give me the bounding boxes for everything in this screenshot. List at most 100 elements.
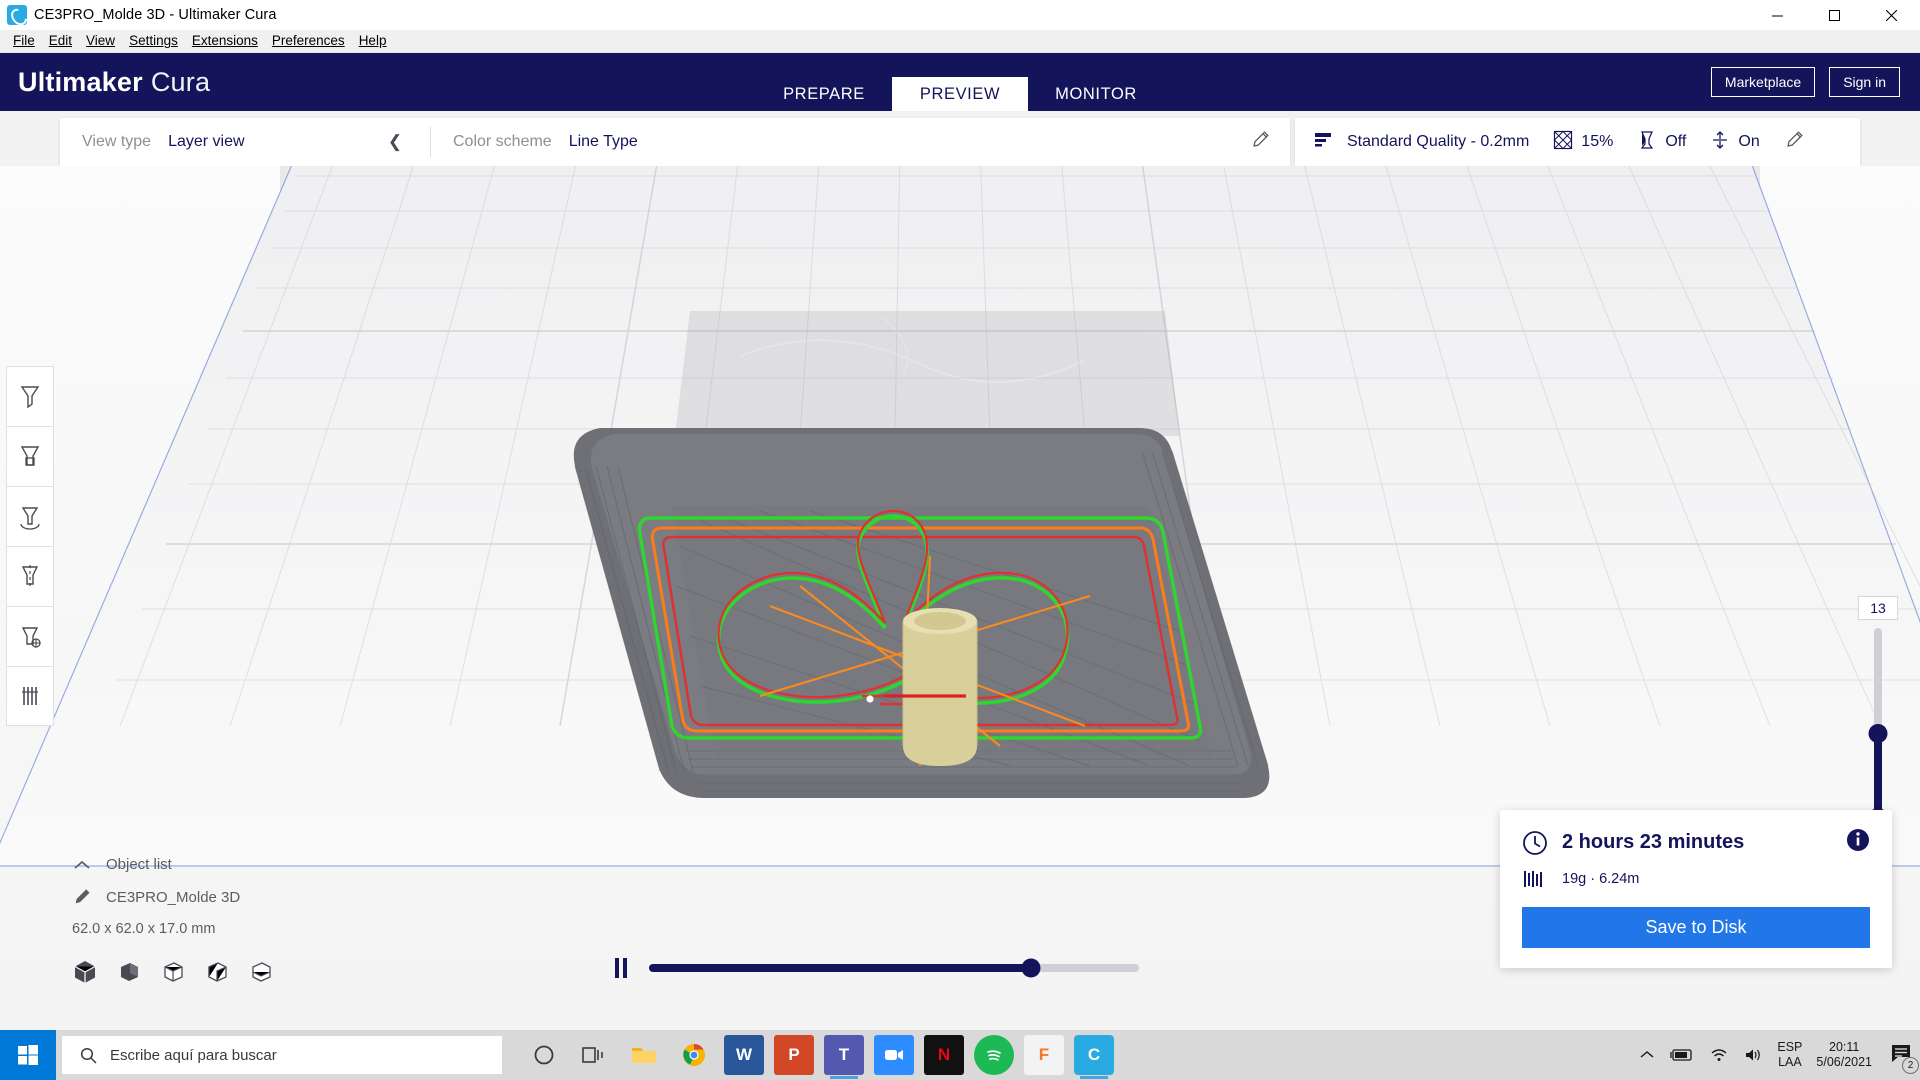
notification-count: 2 (1902, 1056, 1919, 1074)
tab-monitor[interactable]: MONITOR (1028, 77, 1164, 111)
menu-extensions[interactable]: Extensions (185, 31, 265, 51)
start-button[interactable] (0, 1030, 56, 1080)
language-indicator[interactable]: ESP LAA (1777, 1040, 1802, 1070)
menu-edit[interactable]: Edit (42, 31, 79, 51)
infill-indicator[interactable]: 15% (1553, 130, 1613, 155)
adhesion-indicator[interactable]: On (1710, 130, 1760, 155)
move-tool[interactable] (6, 366, 54, 426)
mirror-icon (21, 564, 39, 589)
taskbar-search[interactable]: Escribe aquí para buscar (62, 1036, 502, 1074)
netflix-icon[interactable]: N (924, 1035, 964, 1075)
header-actions: Marketplace Sign in (1710, 67, 1900, 97)
layer-scrub-track[interactable] (649, 958, 1139, 978)
profile-selector[interactable]: Standard Quality - 0.2mm (1313, 131, 1529, 154)
tab-preview[interactable]: PREVIEW (892, 77, 1028, 111)
scale-tool[interactable] (6, 426, 54, 486)
adhesion-icon (1710, 130, 1730, 155)
object-list-panel: Object list CE3PRO_Molde 3D 62.0 x 62.0 … (72, 856, 402, 985)
close-button[interactable] (1863, 0, 1920, 30)
window-controls (1749, 0, 1920, 30)
view-mode-icons (72, 959, 402, 985)
wire-cube-icon[interactable] (160, 959, 186, 985)
teams-icon[interactable]: T (824, 1035, 864, 1079)
system-tray: ESP LAA 20:11 5/06/2021 2 (1639, 1040, 1920, 1074)
taskbar-apps: W P T N F C (524, 1035, 1114, 1079)
word-icon[interactable]: W (724, 1035, 764, 1075)
chrome-icon[interactable] (674, 1035, 714, 1075)
support-icon (1637, 130, 1657, 155)
support-indicator[interactable]: Off (1637, 130, 1686, 155)
object-list-item[interactable]: CE3PRO_Molde 3D (72, 887, 402, 907)
view-type-label: View type (82, 133, 152, 150)
menu-extensions-label: Extensions (191, 33, 258, 48)
save-to-disk-button[interactable]: Save to Disk (1522, 907, 1870, 948)
zoom-icon[interactable] (874, 1035, 914, 1075)
layer-playback-bar (615, 958, 1139, 978)
menu-preferences[interactable]: Preferences (265, 31, 352, 51)
marketplace-button[interactable]: Marketplace (1710, 67, 1816, 97)
task-view-icon[interactable] (574, 1035, 614, 1075)
menu-help[interactable]: Help (352, 31, 394, 51)
filament-icon (1524, 871, 1542, 887)
pencil-icon[interactable] (1250, 130, 1270, 155)
volume-icon[interactable] (1743, 1047, 1763, 1063)
mirror-tool[interactable] (6, 546, 54, 606)
view-type-panel: View type Layer view ❮ Color scheme Line… (60, 118, 1290, 166)
info-icon[interactable] (1846, 828, 1870, 857)
solid-cube-icon[interactable] (72, 959, 98, 985)
chevron-left-icon[interactable]: ❮ (388, 132, 402, 152)
window-title-bar: CE3PRO_Molde 3D - Ultimaker Cura (0, 0, 1920, 30)
maximize-button[interactable] (1806, 0, 1863, 30)
clock-date: 5/06/2021 (1816, 1055, 1872, 1069)
cortana-icon[interactable] (524, 1035, 564, 1075)
layer-scrub-handle[interactable] (1021, 958, 1041, 978)
signin-button[interactable]: Sign in (1829, 67, 1900, 97)
layer-slider: 13 (1858, 596, 1898, 827)
menu-settings[interactable]: Settings (122, 31, 185, 51)
menu-bar: File Edit View Settings Extensions Prefe… (0, 30, 1920, 53)
minimize-button[interactable] (1749, 0, 1806, 30)
rotate-tool[interactable] (6, 486, 54, 546)
wifi-icon[interactable] (1709, 1047, 1729, 1063)
menu-file[interactable]: File (6, 31, 42, 51)
view-settings-bar: View type Layer view ❮ Color scheme Line… (0, 118, 1920, 166)
settings-pencil-icon[interactable] (1784, 130, 1804, 155)
pause-button[interactable] (615, 958, 627, 978)
layer-cube-icon[interactable] (248, 959, 274, 985)
cura-application-window: CE3PRO_Molde 3D - Ultimaker Cura File Ed… (0, 0, 1920, 1080)
material-estimate: 19g · 6.24m (1562, 871, 1640, 887)
color-scheme-label: Color scheme (453, 133, 552, 150)
xray-cube-icon[interactable] (204, 959, 230, 985)
cura-taskbar-icon[interactable]: C (1074, 1035, 1114, 1079)
build-plate-viewport[interactable]: Object list CE3PRO_Molde 3D 62.0 x 62.0 … (0, 166, 1920, 1030)
view-type-selector[interactable]: View type Layer view (60, 118, 360, 166)
per-model-icon (21, 626, 41, 648)
file-explorer-icon[interactable] (624, 1035, 664, 1075)
powerpoint-icon[interactable]: P (774, 1035, 814, 1075)
stage-tabs: PREPARE PREVIEW MONITOR (756, 53, 1164, 111)
fusion360-icon[interactable]: F (1024, 1035, 1064, 1075)
menu-view[interactable]: View (79, 31, 122, 51)
spotify-icon[interactable] (974, 1035, 1014, 1075)
tool-column (6, 366, 54, 726)
clock[interactable]: 20:11 5/06/2021 (1816, 1040, 1872, 1070)
tray-chevron-up-icon[interactable] (1639, 1049, 1655, 1061)
battery-charging-icon[interactable] (1669, 1047, 1695, 1063)
support-blocker-tool[interactable] (6, 666, 54, 726)
half-shaded-cube-icon[interactable] (116, 959, 142, 985)
quality-bars-icon (1313, 131, 1335, 154)
tab-prepare[interactable]: PREPARE (756, 77, 892, 111)
cura-header: Ultimaker Cura PREPARE PREVIEW MONITOR M… (0, 53, 1920, 111)
object-list-toggle[interactable]: Object list (72, 856, 402, 873)
color-scheme-selector[interactable]: Color scheme Line Type (431, 118, 1290, 166)
per-model-settings-tool[interactable] (6, 606, 54, 666)
print-settings-panel: Standard Quality - 0.2mm 15% Off On (1295, 118, 1860, 166)
rotate-icon (20, 506, 40, 530)
layer-slider-upper-handle[interactable] (1868, 723, 1888, 743)
current-layer-label: 13 (1858, 596, 1898, 620)
chevron-up-icon (74, 860, 90, 869)
layer-slider-track[interactable] (1868, 628, 1888, 827)
notification-center-button[interactable]: 2 (1890, 1043, 1919, 1074)
word-glyph: W (735, 1045, 753, 1064)
language-top: ESP (1777, 1040, 1803, 1054)
